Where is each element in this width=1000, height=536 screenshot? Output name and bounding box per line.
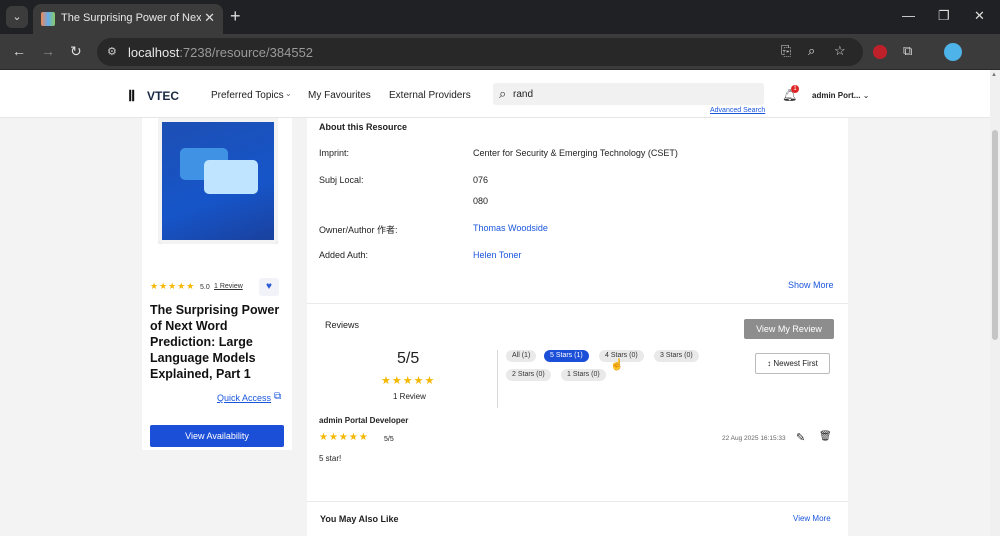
favicon-icon (41, 12, 55, 26)
zoom-icon[interactable]: ⌕ (808, 43, 815, 59)
added-auth-label: Added Auth: (319, 250, 369, 260)
new-tab-button[interactable]: + (230, 6, 241, 27)
logo-text[interactable]: VTEC (147, 89, 179, 103)
added-auth-link[interactable]: Helen Toner (473, 250, 521, 260)
imprint-value: Center for Security & Emerging Technolog… (473, 148, 678, 158)
scroll-up-icon[interactable]: ▲ (991, 72, 997, 78)
view-my-review-button[interactable]: View My Review (744, 319, 834, 339)
install-icon[interactable]: ⎘ (781, 43, 791, 59)
advanced-search-link[interactable]: Advanced Search (710, 107, 765, 114)
filter-1-stars[interactable]: 1 Stars (0) (561, 369, 606, 381)
external-link-icon[interactable]: ⧉ (274, 391, 281, 402)
notification-badge: 1 (791, 85, 799, 93)
review-date: 22 Aug 2025 16:15:33 (722, 435, 786, 442)
about-title: About this Resource (319, 122, 408, 132)
reload-icon[interactable]: ↻ (70, 43, 82, 60)
tab-title: The Surprising Power of Next Word Pr (61, 12, 201, 24)
rating-value: 5.0 (200, 284, 210, 291)
resource-title: The Surprising Power of Next Word Predic… (150, 303, 280, 381)
back-icon[interactable]: ← (12, 43, 26, 59)
mouse-cursor-icon: ☝ (610, 359, 624, 371)
also-like-title: You May Also Like (320, 514, 399, 524)
average-score: 5/5 (397, 350, 420, 367)
review-count-link[interactable]: 1 Review (214, 283, 243, 290)
subj-local-label: Subj Local: (319, 175, 364, 185)
restore-button[interactable]: ❐ (938, 8, 950, 24)
nav-external-providers[interactable]: External Providers (389, 90, 471, 101)
nav-my-favourites[interactable]: My Favourites (308, 90, 371, 101)
browser-tab-bar: ⌄ The Surprising Power of Next Word Pr ✕… (0, 0, 1000, 34)
divider (497, 350, 498, 408)
filter-3-stars[interactable]: 3 Stars (0) (654, 350, 699, 362)
bookmark-star-icon[interactable]: ☆ (834, 43, 846, 59)
browser-address-bar: ← → ↻ ⚙ localhost:7238/resource/384552 ⎘… (0, 34, 1000, 70)
minimize-button[interactable]: — (902, 8, 915, 23)
scrollbar-thumb[interactable] (992, 130, 998, 340)
extensions-icon[interactable]: ⧉ (903, 43, 912, 59)
resource-cover-image (158, 118, 278, 244)
nav-preferred-topics[interactable]: Preferred Topics (211, 90, 284, 101)
author-link[interactable]: Thomas Woodside (473, 223, 548, 233)
sort-label: Newest First (773, 359, 818, 368)
reviewer-name: admin Portal Developer (319, 416, 409, 425)
user-name: admin Port... (812, 91, 861, 100)
author-label: Owner/Author 作者: (319, 225, 398, 235)
search-input[interactable] (513, 85, 753, 103)
reviews-title: Reviews (325, 320, 360, 330)
search-icon[interactable]: ⌕ (499, 86, 506, 102)
chevron-down-icon[interactable]: ⌄ (285, 89, 292, 98)
average-stars: ★★★★★ (381, 375, 436, 387)
review-score: 5/5 (384, 436, 394, 443)
subj-local-value: 076 (473, 175, 489, 185)
filter-all[interactable]: All (1) (506, 350, 537, 362)
profile-avatar[interactable] (944, 43, 962, 61)
divider (307, 303, 848, 304)
resource-card: ★★★★★ 5.0 1 Review ♥ The Surprising Powe… (142, 118, 292, 450)
review-text: 5 star! (319, 454, 342, 463)
rating-stars: ★★★★★ (150, 281, 196, 291)
url-host: localhost (128, 45, 180, 60)
subj-local-value-2: 080 (473, 196, 489, 206)
chevron-down-icon: ⌄ (862, 91, 870, 100)
sort-icon: ↕ (767, 359, 772, 368)
logo-icon: Ⅱ (128, 88, 136, 105)
show-more-link[interactable]: Show More (788, 280, 834, 290)
review-stars: ★★★★★ (319, 432, 369, 443)
filter-2-stars[interactable]: 2 Stars (0) (506, 369, 551, 381)
resource-details: About this Resource Imprint: Center for … (307, 118, 848, 536)
sort-dropdown[interactable]: ↕ Newest First (755, 353, 830, 374)
url-path: :7238/resource/384552 (179, 45, 314, 60)
view-availability-button[interactable]: View Availability (150, 425, 284, 447)
trash-icon[interactable]: 🗑︎ (819, 431, 832, 442)
close-window-button[interactable]: ✕ (974, 8, 985, 24)
imprint-label: Imprint: (319, 148, 350, 158)
divider (307, 501, 848, 502)
review-count: 1 Review (393, 392, 426, 401)
edit-icon[interactable]: ✎ (796, 431, 805, 444)
url-field[interactable]: ⚙ localhost:7238/resource/384552 (97, 38, 863, 66)
close-tab-icon[interactable]: ✕ (204, 10, 215, 26)
site-info-icon[interactable]: ⚙ (107, 45, 117, 58)
browser-tab[interactable]: The Surprising Power of Next Word Pr ✕ (33, 4, 223, 34)
user-menu[interactable]: admin Port... ⌄ (812, 91, 869, 100)
search-box: ⌕ (493, 83, 764, 105)
favourite-heart-button[interactable]: ♥ (259, 278, 279, 296)
app-header: Ⅱ VTEC Preferred Topics ⌄ My Favourites … (0, 70, 990, 118)
filter-5-stars[interactable]: 5 Stars (1) (544, 350, 589, 362)
view-more-link[interactable]: View More (793, 514, 831, 523)
chat-bubble-icon (204, 160, 258, 194)
quick-access-link[interactable]: Quick Access (217, 393, 271, 403)
extension-icon[interactable] (873, 45, 887, 59)
tab-search-button[interactable]: ⌄ (6, 6, 28, 28)
forward-icon[interactable]: → (41, 43, 55, 59)
